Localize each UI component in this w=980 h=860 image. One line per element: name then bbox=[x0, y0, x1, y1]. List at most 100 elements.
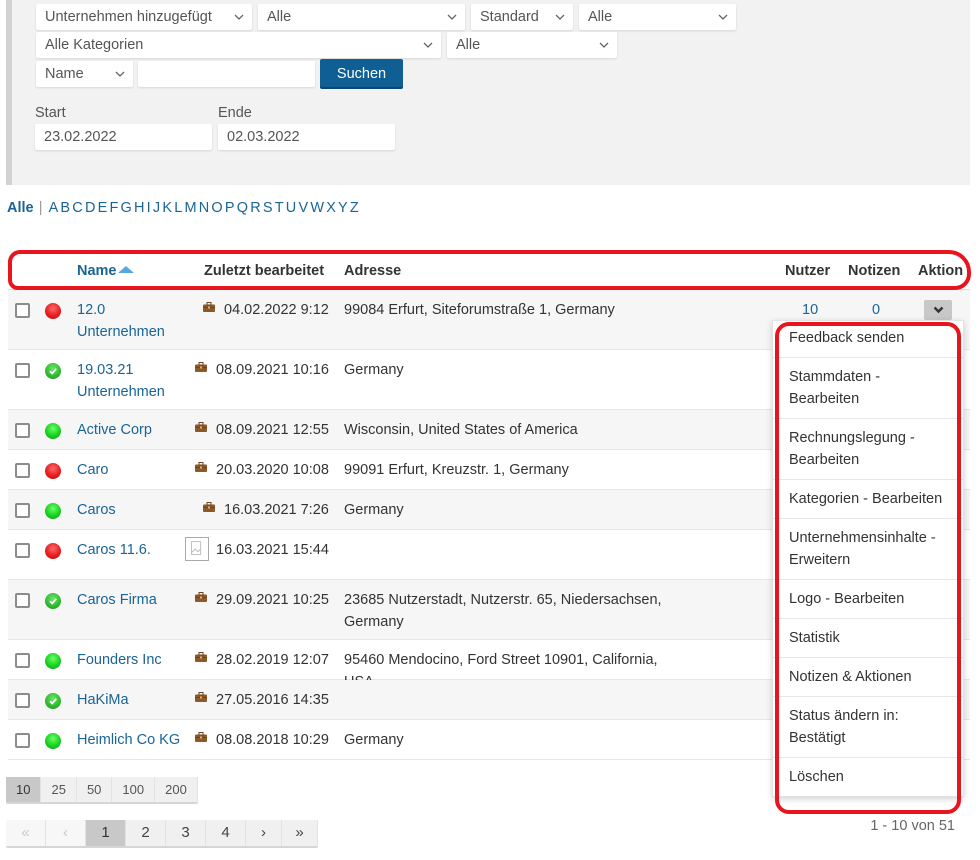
chevron-down-icon bbox=[554, 4, 566, 30]
users-count-link[interactable]: 10 bbox=[802, 299, 818, 321]
last-page-button[interactable]: » bbox=[282, 820, 318, 846]
company-name-link[interactable]: Caros bbox=[77, 499, 116, 521]
previous-page-button[interactable]: ‹ bbox=[46, 820, 86, 846]
page-3-button[interactable]: 3 bbox=[166, 820, 206, 846]
row-checkbox[interactable] bbox=[15, 543, 30, 558]
alphabet-letter-o[interactable]: O bbox=[211, 200, 222, 216]
last-edited-date: 29.09.2021 10:25 bbox=[216, 592, 329, 608]
company-name-link[interactable]: 12.0 Unternehmen bbox=[77, 299, 177, 343]
menu-item-change-status-confirmed[interactable]: Status ändern in: Bestätigt bbox=[773, 697, 963, 758]
page-size-selector: 10 25 50 100 200 bbox=[6, 777, 198, 802]
alphabet-letter-r[interactable]: R bbox=[250, 200, 260, 216]
search-field-value: Name bbox=[45, 66, 84, 82]
alphabet-all-link[interactable]: Alle bbox=[7, 200, 34, 216]
alphabet-letter-p[interactable]: P bbox=[225, 200, 235, 216]
row-checkbox[interactable] bbox=[15, 733, 30, 748]
alphabet-letter-w[interactable]: W bbox=[310, 200, 324, 216]
search-field-select[interactable]: Name bbox=[36, 61, 133, 87]
alphabet-letter-y[interactable]: Y bbox=[338, 200, 348, 216]
date-range-select[interactable]: Alle bbox=[258, 4, 465, 30]
filter-panel: Unternehmen hinzugefügt Alle Standard Al… bbox=[6, 0, 970, 185]
alphabet-letter-g[interactable]: G bbox=[121, 200, 132, 216]
end-date-input[interactable]: 02.03.2022 bbox=[218, 124, 395, 150]
search-input[interactable] bbox=[138, 61, 315, 87]
notes-count-link[interactable]: 0 bbox=[872, 299, 880, 321]
company-name-link[interactable]: Founders Inc bbox=[77, 649, 162, 671]
alphabet-letter-f[interactable]: F bbox=[109, 200, 118, 216]
action-dropdown-button[interactable] bbox=[924, 300, 952, 320]
page-size-25[interactable]: 25 bbox=[41, 777, 77, 802]
alphabet-letter-i[interactable]: I bbox=[147, 200, 151, 216]
status-green-icon bbox=[45, 733, 61, 749]
company-name-link[interactable]: Active Corp bbox=[77, 419, 152, 441]
menu-item-send-feedback[interactable]: Feedback senden bbox=[773, 321, 963, 358]
page-size-100[interactable]: 100 bbox=[112, 777, 156, 802]
menu-item-edit-logo[interactable]: Logo - Bearbeiten bbox=[773, 580, 963, 619]
start-date-value: 23.02.2022 bbox=[44, 129, 117, 145]
column-header-name-label: Name bbox=[77, 263, 117, 279]
alphabet-letter-m[interactable]: M bbox=[184, 200, 196, 216]
first-page-button[interactable]: « bbox=[6, 820, 46, 846]
view-select[interactable]: Standard bbox=[471, 4, 573, 30]
company-name-link[interactable]: Caros Firma bbox=[77, 589, 177, 611]
page-size-10[interactable]: 10 bbox=[6, 777, 42, 802]
alphabet-letter-j[interactable]: J bbox=[153, 200, 160, 216]
status-select[interactable]: Alle bbox=[579, 4, 736, 30]
menu-item-edit-master-data[interactable]: Stammdaten - Bearbeiten bbox=[773, 358, 963, 419]
next-page-button[interactable]: › bbox=[246, 820, 282, 846]
page-size-200[interactable]: 200 bbox=[155, 777, 198, 802]
row-checkbox[interactable] bbox=[15, 653, 30, 668]
page-1-button[interactable]: 1 bbox=[86, 820, 126, 846]
row-checkbox[interactable] bbox=[15, 463, 30, 478]
column-header-users[interactable]: Nutzer bbox=[785, 263, 830, 279]
row-checkbox[interactable] bbox=[15, 593, 30, 608]
alphabet-letter-t[interactable]: T bbox=[275, 200, 284, 216]
alphabet-letter-u[interactable]: U bbox=[286, 200, 296, 216]
row-checkbox[interactable] bbox=[15, 303, 30, 318]
address: Germany bbox=[344, 732, 404, 748]
page-4-button[interactable]: 4 bbox=[206, 820, 246, 846]
row-checkbox[interactable] bbox=[15, 423, 30, 438]
alphabet-letter-h[interactable]: H bbox=[134, 200, 144, 216]
column-header-name[interactable]: Name bbox=[77, 263, 134, 279]
menu-item-edit-billing[interactable]: Rechnungslegung - Bearbeiten bbox=[773, 419, 963, 480]
search-button[interactable]: Suchen bbox=[320, 59, 403, 87]
company-name-link[interactable]: Heimlich Co KG bbox=[77, 729, 180, 751]
company-name-link[interactable]: Caros 11.6. bbox=[77, 539, 151, 561]
menu-item-notes-and-actions[interactable]: Notizen & Aktionen bbox=[773, 658, 963, 697]
alphabet-letter-z[interactable]: Z bbox=[350, 200, 359, 216]
row-checkbox[interactable] bbox=[15, 363, 30, 378]
date-type-select[interactable]: Unternehmen hinzugefügt bbox=[36, 4, 252, 30]
start-date-input[interactable]: 23.02.2022 bbox=[35, 124, 212, 150]
menu-item-delete[interactable]: Löschen bbox=[773, 758, 963, 796]
company-name-link[interactable]: HaKiMa bbox=[77, 689, 129, 711]
alphabet-letter-n[interactable]: N bbox=[199, 200, 209, 216]
alphabet-letter-e[interactable]: E bbox=[98, 200, 108, 216]
alphabet-letter-s[interactable]: S bbox=[263, 200, 273, 216]
company-name-link[interactable]: 19.03.21 Unternehmen bbox=[77, 359, 177, 403]
alphabet-letter-v[interactable]: V bbox=[298, 200, 308, 216]
menu-item-extend-company-content[interactable]: Unternehmensinhalte - Erweitern bbox=[773, 519, 963, 580]
subcategory-select[interactable]: Alle bbox=[447, 32, 617, 58]
alphabet-letter-x[interactable]: X bbox=[326, 200, 336, 216]
menu-item-edit-categories[interactable]: Kategorien - Bearbeiten bbox=[773, 480, 963, 519]
alphabet-letter-k[interactable]: K bbox=[162, 200, 172, 216]
alphabet-letter-a[interactable]: A bbox=[49, 200, 59, 216]
briefcase-icon bbox=[195, 652, 207, 662]
row-checkbox[interactable] bbox=[15, 693, 30, 708]
page-2-button[interactable]: 2 bbox=[126, 820, 166, 846]
menu-item-statistics[interactable]: Statistik bbox=[773, 619, 963, 658]
page-size-50[interactable]: 50 bbox=[77, 777, 113, 802]
alphabet-letter-q[interactable]: Q bbox=[237, 200, 248, 216]
column-header-address[interactable]: Adresse bbox=[344, 263, 401, 279]
column-header-notes[interactable]: Notizen bbox=[848, 263, 900, 279]
company-name-link[interactable]: Caro bbox=[77, 459, 108, 481]
alphabet-letter-l[interactable]: L bbox=[174, 200, 182, 216]
status-green-icon bbox=[45, 503, 61, 519]
alphabet-letter-c[interactable]: C bbox=[72, 200, 82, 216]
alphabet-letter-b[interactable]: B bbox=[60, 200, 70, 216]
alphabet-letter-d[interactable]: D bbox=[85, 200, 95, 216]
row-checkbox[interactable] bbox=[15, 503, 30, 518]
category-select[interactable]: Alle Kategorien bbox=[36, 32, 441, 58]
column-header-last-edited[interactable]: Zuletzt bearbeitet bbox=[204, 263, 324, 279]
